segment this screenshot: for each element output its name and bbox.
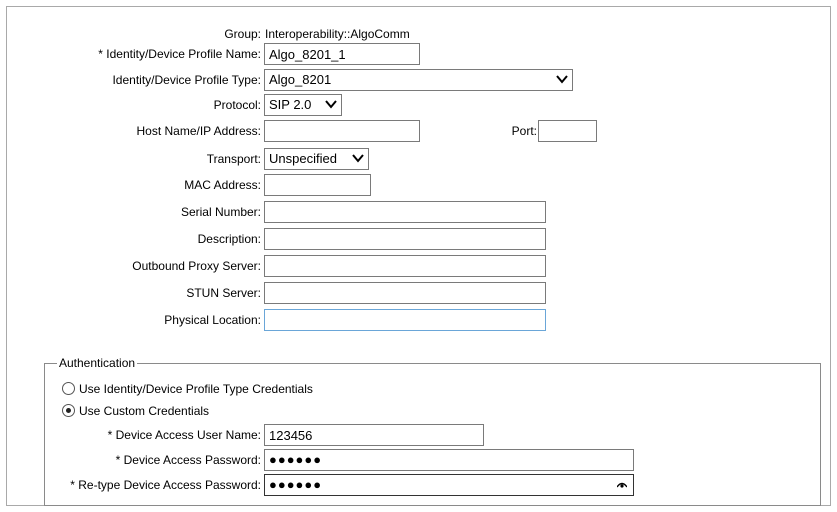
password-label: * Device Access Password: xyxy=(115,453,261,467)
radio-profile-credentials-label: Use Identity/Device Profile Type Credent… xyxy=(79,382,313,396)
physical-location-label: Physical Location: xyxy=(164,313,261,327)
chevron-down-icon xyxy=(352,154,364,163)
profile-type-label: Identity/Device Profile Type: xyxy=(112,73,261,87)
protocol-select[interactable]: SIP 2.0 xyxy=(264,94,342,116)
protocol-value: SIP 2.0 xyxy=(269,97,312,112)
serial-input[interactable] xyxy=(264,201,546,223)
description-label: Description: xyxy=(197,232,261,246)
transport-select[interactable]: Unspecified xyxy=(264,148,369,170)
authentication-legend: Authentication xyxy=(59,356,136,370)
outbound-proxy-label: Outbound Proxy Server: xyxy=(132,259,261,273)
port-label: Port: xyxy=(511,124,537,138)
mac-input[interactable] xyxy=(264,174,371,196)
stun-input[interactable] xyxy=(264,282,546,304)
password-value: ●●●●●● xyxy=(269,452,323,467)
radio-custom-credentials-label: Use Custom Credentials xyxy=(79,404,210,418)
protocol-label: Protocol: xyxy=(213,98,261,112)
profile-name-input[interactable] xyxy=(264,43,420,65)
chevron-down-icon xyxy=(325,100,337,109)
group-value: Interoperability::AlgoComm xyxy=(265,27,410,41)
physical-location-input[interactable] xyxy=(264,309,546,331)
eye-icon[interactable] xyxy=(617,482,627,488)
profile-type-value: Algo_8201 xyxy=(269,72,332,87)
user-name-label: * Device Access User Name: xyxy=(107,428,261,442)
stun-label: STUN Server: xyxy=(186,286,261,300)
retype-password-value: ●●●●●● xyxy=(269,477,323,492)
radio-profile-credentials[interactable] xyxy=(62,382,75,395)
description-input[interactable] xyxy=(264,228,546,250)
retype-password-label: * Re-type Device Access Password: xyxy=(70,478,261,492)
host-input[interactable] xyxy=(264,120,420,142)
port-input[interactable] xyxy=(538,120,597,142)
serial-label: Serial Number: xyxy=(180,205,261,219)
retype-password-input[interactable]: ●●●●●● xyxy=(264,474,634,496)
transport-label: Transport: xyxy=(206,152,261,166)
password-input[interactable]: ●●●●●● xyxy=(264,449,634,471)
profile-type-select[interactable]: Algo_8201 xyxy=(264,69,573,91)
outbound-proxy-input[interactable] xyxy=(264,255,546,277)
radio-custom-credentials[interactable] xyxy=(62,404,75,417)
host-label: Host Name/IP Address: xyxy=(136,124,262,138)
transport-value: Unspecified xyxy=(269,151,337,166)
chevron-down-icon xyxy=(556,75,568,84)
profile-name-label: * Identity/Device Profile Name: xyxy=(98,47,261,61)
user-name-input[interactable] xyxy=(264,424,484,446)
group-label: Group: xyxy=(224,27,261,41)
mac-label: MAC Address: xyxy=(184,178,261,192)
